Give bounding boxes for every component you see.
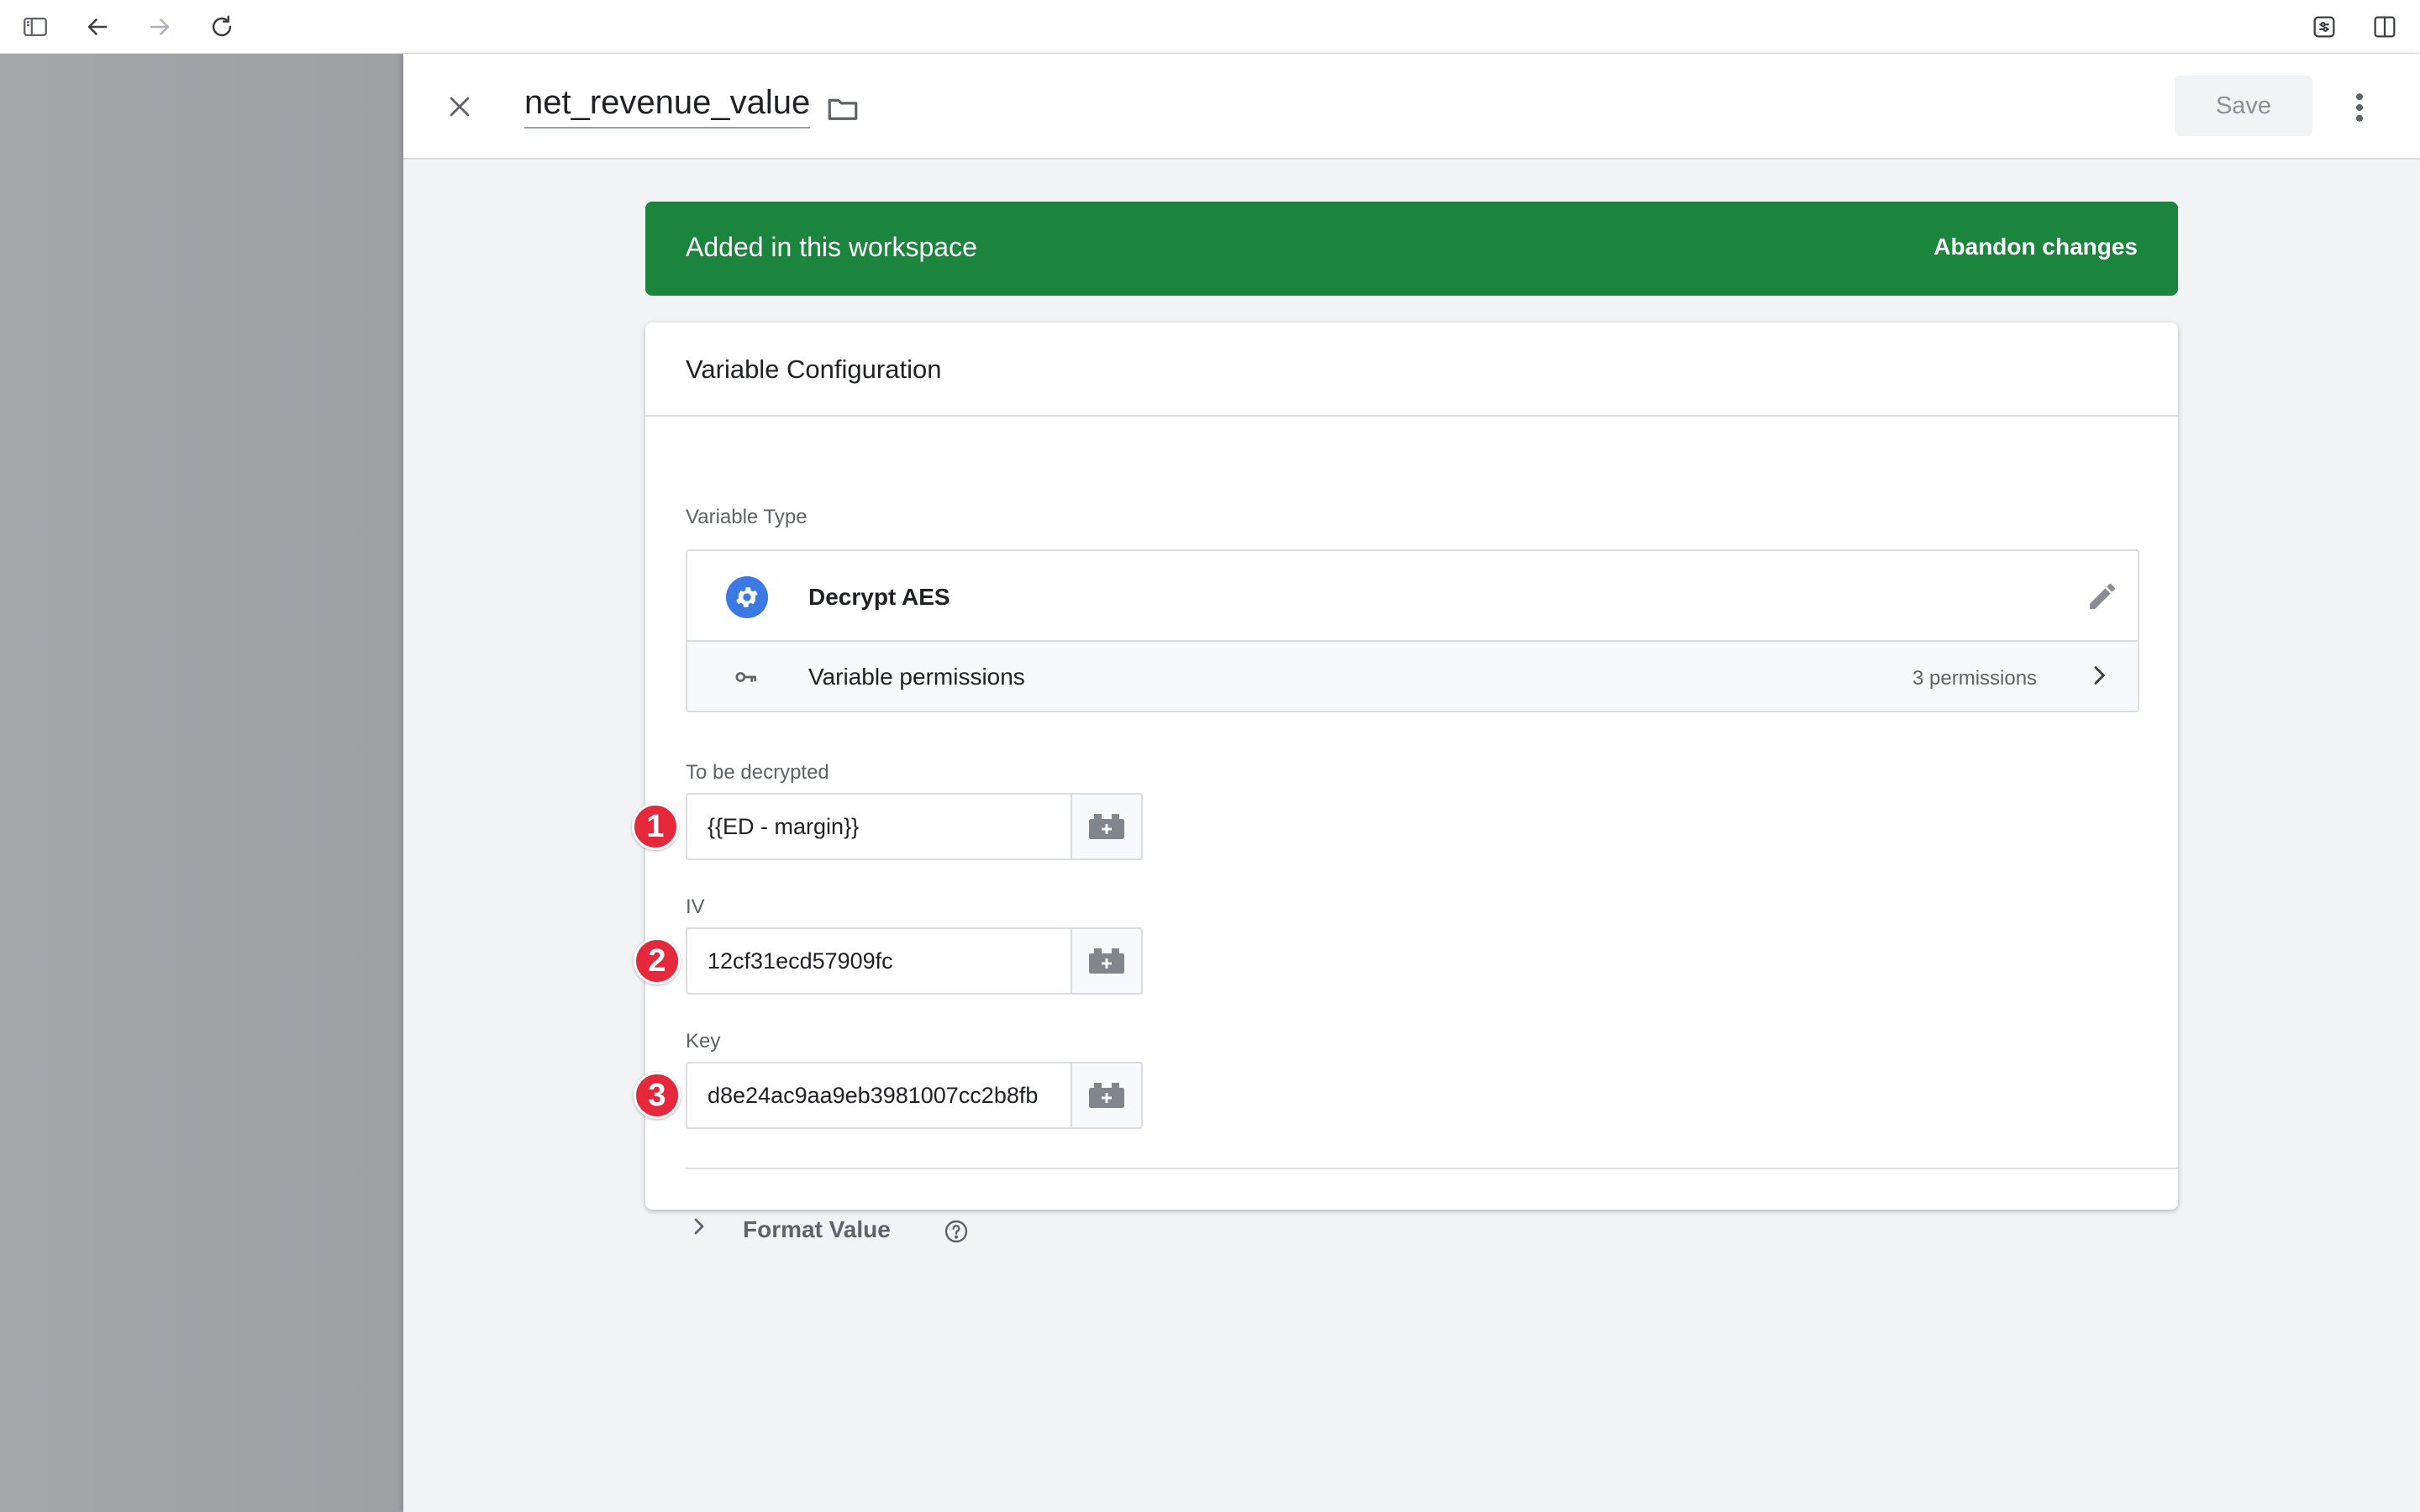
banner-text: Added in this workspace [686,232,977,262]
iv-input[interactable]: 12cf31ecd57909fc [686,927,1072,995]
permissions-label: Variable permissions [808,664,1025,690]
variable-brick-icon[interactable] [1071,1062,1143,1129]
variable-brick-icon[interactable] [1071,793,1143,860]
key-input[interactable]: d8e24ac9aa9eb3981007cc2b8fb [686,1062,1072,1129]
gear-icon [726,576,768,618]
pencil-icon[interactable] [2084,578,2121,615]
save-button[interactable]: Save [2175,76,2312,136]
close-icon[interactable] [440,87,479,126]
variable-permissions-row[interactable]: Variable permissions 3 permissions [687,642,2138,711]
to-be-decrypted-field: {{ED - margin}} [686,793,1143,860]
browser-toolbar [0,0,2420,54]
variable-name-field[interactable]: net_revenue_value [524,84,811,129]
variable-type-box: Decrypt AES Variable permissions 3 permi… [686,549,2139,712]
iv-field: 12cf31ecd57909fc [686,927,1143,995]
page-overlay[interactable] [0,54,403,1512]
back-arrow-icon[interactable] [81,10,114,44]
divider [645,415,2178,417]
variable-editor-panel: net_revenue_value Save Added in this wor… [403,54,2420,1512]
abandon-changes-link[interactable]: Abandon changes [1933,234,2138,260]
variable-type-row[interactable]: Decrypt AES [687,551,2138,642]
to-be-decrypted-input[interactable]: {{ED - margin}} [686,793,1072,860]
chevron-right-icon [686,1213,713,1240]
extension-icon[interactable] [2307,10,2341,44]
workspace-status-banner: Added in this workspace Abandon changes [645,202,2178,296]
variable-configuration-card: Variable Configuration Variable Type Dec… [632,323,2178,1243]
split-view-icon[interactable] [2368,10,2402,44]
reload-icon[interactable] [205,10,239,44]
permissions-count: 3 permissions [1912,667,2038,690]
step-badge: 3 [634,1072,681,1119]
more-vert-icon[interactable] [2343,87,2376,128]
help-icon[interactable] [943,1218,970,1245]
divider [686,1168,2178,1169]
variable-brick-icon[interactable] [1071,927,1143,995]
chevron-right-icon [2082,659,2116,692]
field-label: To be decrypted [686,761,829,784]
sidebar-toggle-icon[interactable] [18,10,52,44]
field-label: Key [686,1030,721,1053]
key-field: d8e24ac9aa9eb3981007cc2b8fb [686,1062,1143,1129]
forward-arrow-icon[interactable] [143,10,176,44]
field-label: IV [686,895,705,918]
key-icon [731,662,761,692]
variable-type-name: Decrypt AES [808,584,950,610]
step-badge: 2 [634,937,681,984]
card-title: Variable Configuration [686,354,942,384]
variable-type-label: Variable Type [686,506,808,528]
step-badge: 1 [632,803,679,850]
folder-icon[interactable] [823,89,862,128]
format-value-label: Format Value [743,1216,891,1242]
panel-header: net_revenue_value Save [403,54,2420,160]
